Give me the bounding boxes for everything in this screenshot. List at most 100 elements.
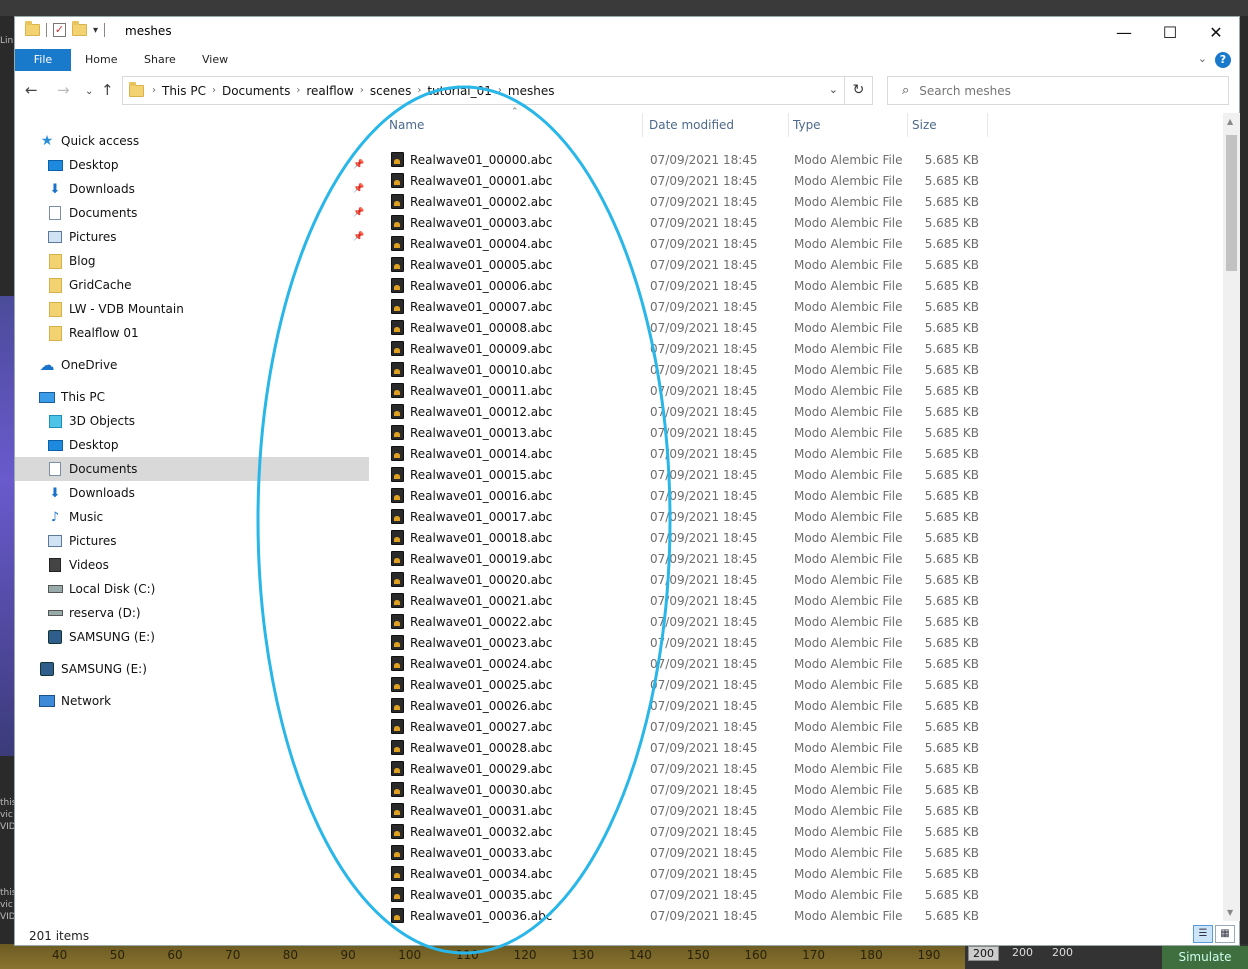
table-row[interactable]: Realwave01_00017.abc 07/09/2021 18:45 Modo… (371, 506, 1223, 527)
breadcrumb-this-pc[interactable]: This PC (162, 84, 206, 98)
table-row[interactable]: Realwave01_00021.abc 07/09/2021 18:45 Modo… (371, 590, 1223, 611)
breadcrumb-scenes[interactable]: scenes (370, 84, 411, 98)
sidebar-item-onedrive[interactable]: ☁ OneDrive (15, 353, 369, 377)
sidebar-item-blog[interactable]: Blog (15, 249, 369, 273)
sidebar-item-downloads[interactable]: ⬇ Downloads 📌 (15, 177, 369, 201)
sidebar-item-pictures[interactable]: Pictures 📌 (15, 225, 369, 249)
address-bar[interactable]: › This PC › Documents › realflow › scene… (122, 76, 845, 105)
simulate-button[interactable]: Simulate (1162, 946, 1248, 969)
column-header-date-modified[interactable]: Date modified (647, 113, 789, 137)
back-arrow-icon[interactable]: ← (25, 81, 38, 99)
table-row[interactable]: Realwave01_00009.abc 07/09/2021 18:45 Modo… (371, 338, 1223, 359)
sidebar-item-videos[interactable]: Videos (15, 553, 369, 577)
table-row[interactable]: Realwave01_00007.abc 07/09/2021 18:45 Modo… (371, 296, 1223, 317)
table-row[interactable]: Realwave01_00018.abc 07/09/2021 18:45 Modo… (371, 527, 1223, 548)
table-row[interactable]: Realwave01_00004.abc 07/09/2021 18:45 Modo… (371, 233, 1223, 254)
breadcrumb-separator-icon[interactable]: › (417, 85, 421, 96)
table-row[interactable]: Realwave01_00020.abc 07/09/2021 18:45 Modo… (371, 569, 1223, 590)
table-row[interactable]: Realwave01_00024.abc 07/09/2021 18:45 Modo… (371, 653, 1223, 674)
tab-share[interactable]: Share (134, 49, 186, 71)
table-row[interactable]: Realwave01_00029.abc 07/09/2021 18:45 Modo… (371, 758, 1223, 779)
breadcrumb-separator-icon[interactable]: › (296, 85, 300, 96)
table-row[interactable]: Realwave01_00031.abc 07/09/2021 18:45 Modo… (371, 800, 1223, 821)
sidebar-item-local-disk-c[interactable]: Local Disk (C:) (15, 577, 369, 601)
search-input[interactable] (919, 83, 1200, 98)
table-row[interactable]: Realwave01_00033.abc 07/09/2021 18:45 Modo… (371, 842, 1223, 863)
table-row[interactable]: Realwave01_00003.abc 07/09/2021 18:45 Modo… (371, 212, 1223, 233)
tab-view[interactable]: View (192, 49, 238, 71)
table-row[interactable]: Realwave01_00010.abc 07/09/2021 18:45 Modo… (371, 359, 1223, 380)
table-row[interactable]: Realwave01_00025.abc 07/09/2021 18:45 Modo… (371, 674, 1223, 695)
table-row[interactable]: Realwave01_00001.abc 07/09/2021 18:45 Modo… (371, 170, 1223, 191)
sidebar-item-reserva-d[interactable]: reserva (D:) (15, 601, 369, 625)
sidebar-item-desktop[interactable]: Desktop (15, 433, 369, 457)
table-row[interactable]: Realwave01_00011.abc 07/09/2021 18:45 Modo… (371, 380, 1223, 401)
table-row[interactable]: Realwave01_00002.abc 07/09/2021 18:45 Modo… (371, 191, 1223, 212)
maximize-button[interactable]: ☐ (1147, 17, 1193, 47)
table-row[interactable]: Realwave01_00008.abc 07/09/2021 18:45 Modo… (371, 317, 1223, 338)
title-bar[interactable]: ✓ ▾ meshes — ☐ ✕ (15, 17, 1239, 47)
sidebar-item-3d-objects[interactable]: 3D Objects (15, 409, 369, 433)
table-row[interactable]: Realwave01_00036.abc 07/09/2021 18:45 Modo… (371, 905, 1223, 926)
sidebar-item-lw-vdb-mountain[interactable]: LW - VDB Mountain (15, 297, 369, 321)
breadcrumb-separator-icon[interactable]: › (498, 85, 502, 96)
breadcrumb-separator-icon[interactable]: › (152, 85, 156, 96)
address-dropdown-icon[interactable]: ⌄ (829, 83, 838, 96)
timeline-frame-field[interactable]: 200 (1052, 946, 1073, 959)
table-row[interactable]: Realwave01_00027.abc 07/09/2021 18:45 Modo… (371, 716, 1223, 737)
expand-ribbon-icon[interactable]: ⌄ (1198, 52, 1207, 65)
pin-icon[interactable]: 📌 (353, 208, 364, 218)
scroll-up-icon[interactable]: ▲ (1227, 117, 1233, 126)
close-button[interactable]: ✕ (1193, 17, 1239, 47)
sidebar-item-samsung-e[interactable]: SAMSUNG (E:) (15, 657, 369, 681)
tab-home[interactable]: Home (75, 49, 127, 71)
pin-icon[interactable]: 📌 (353, 160, 364, 170)
table-row[interactable]: Realwave01_00000.abc 07/09/2021 18:45 Modo… (371, 149, 1223, 170)
customize-toolbar-icon[interactable]: ▾ (93, 25, 98, 36)
table-row[interactable]: Realwave01_00016.abc 07/09/2021 18:45 Modo… (371, 485, 1223, 506)
sidebar-item-realflow-01[interactable]: Realflow 01 (15, 321, 369, 345)
scroll-down-icon[interactable]: ▼ (1227, 908, 1233, 917)
breadcrumb-separator-icon[interactable]: › (212, 85, 216, 96)
table-row[interactable]: Realwave01_00035.abc 07/09/2021 18:45 Modo… (371, 884, 1223, 905)
table-row[interactable]: Realwave01_00032.abc 07/09/2021 18:45 Modo… (371, 821, 1223, 842)
forward-arrow-icon[interactable]: → (57, 81, 70, 99)
column-header-type[interactable]: Type (791, 113, 908, 137)
breadcrumb-realflow[interactable]: realflow (306, 84, 353, 98)
sidebar-item-desktop[interactable]: Desktop 📌 (15, 153, 369, 177)
properties-icon[interactable]: ✓ (53, 23, 66, 37)
breadcrumb-meshes[interactable]: meshes (508, 84, 555, 98)
sidebar-item-documents[interactable]: Documents (15, 457, 369, 481)
sidebar-item-samsung-e[interactable]: SAMSUNG (E:) (15, 625, 369, 649)
pin-icon[interactable]: 📌 (353, 184, 364, 194)
refresh-button[interactable]: ↻ (845, 76, 873, 105)
minimize-button[interactable]: — (1101, 17, 1147, 47)
sidebar-item-music[interactable]: ♪ Music (15, 505, 369, 529)
sidebar-item-documents[interactable]: Documents 📌 (15, 201, 369, 225)
sidebar-item-pictures[interactable]: Pictures (15, 529, 369, 553)
vertical-scrollbar[interactable]: ▲ ▼ (1223, 113, 1240, 921)
sidebar-item-gridcache[interactable]: GridCache (15, 273, 369, 297)
new-folder-icon[interactable] (72, 21, 87, 36)
sidebar-item-network[interactable]: Network (15, 689, 369, 713)
sidebar-item-downloads[interactable]: ⬇ Downloads (15, 481, 369, 505)
large-icons-view-button[interactable]: ▦ (1215, 925, 1235, 943)
help-button[interactable]: ? (1215, 52, 1231, 68)
scrollbar-thumb[interactable] (1226, 135, 1237, 271)
table-row[interactable]: Realwave01_00014.abc 07/09/2021 18:45 Modo… (371, 443, 1223, 464)
table-row[interactable]: Realwave01_00023.abc 07/09/2021 18:45 Modo… (371, 632, 1223, 653)
tab-file[interactable]: File (15, 49, 71, 71)
recent-locations-icon[interactable]: ⌄ (85, 86, 93, 97)
search-box[interactable]: ⌕ (887, 76, 1229, 105)
table-row[interactable]: Realwave01_00005.abc 07/09/2021 18:45 Modo… (371, 254, 1223, 275)
breadcrumb-tutorial-01[interactable]: tutorial_01 (427, 84, 492, 98)
table-row[interactable]: Realwave01_00034.abc 07/09/2021 18:45 Modo… (371, 863, 1223, 884)
table-row[interactable]: Realwave01_00006.abc 07/09/2021 18:45 Modo… (371, 275, 1223, 296)
table-row[interactable]: Realwave01_00019.abc 07/09/2021 18:45 Modo… (371, 548, 1223, 569)
sidebar-item-quick-access[interactable]: ★ Quick access (15, 129, 369, 153)
pin-icon[interactable]: 📌 (353, 232, 364, 242)
column-header-name[interactable]: Name (387, 113, 643, 137)
table-row[interactable]: Realwave01_00022.abc 07/09/2021 18:45 Modo… (371, 611, 1223, 632)
sidebar-item-this-pc[interactable]: This PC (15, 385, 369, 409)
details-view-button[interactable]: ☰ (1193, 925, 1213, 943)
